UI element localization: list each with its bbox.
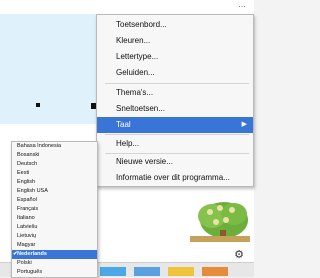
language-item[interactable]: Español: [12, 196, 97, 205]
menu-item-label: Nieuwe versie...: [116, 157, 173, 166]
menu-item-themas[interactable]: Thema's...: [97, 85, 253, 101]
language-item-label: Nederlands: [17, 251, 47, 257]
language-item[interactable]: Polski: [12, 259, 97, 268]
language-item[interactable]: Lietuvių: [12, 232, 97, 241]
settings-gear-icon[interactable]: ⚙: [232, 249, 246, 261]
top-strip-text: …: [238, 0, 246, 9]
language-item[interactable]: Eesti: [12, 169, 97, 178]
color-chip[interactable]: [168, 267, 194, 276]
language-item[interactable]: Bosanski: [12, 151, 97, 160]
menu-item-label: Geluiden...: [116, 68, 155, 77]
menu-item-toetsenbord[interactable]: Toetsenbord...: [97, 17, 253, 33]
color-chip[interactable]: [134, 267, 160, 276]
menu-item-help[interactable]: Help...: [97, 136, 253, 152]
color-chip[interactable]: [100, 267, 126, 276]
language-item[interactable]: Italiano: [12, 214, 97, 223]
menu-item-kleuren[interactable]: Kleuren...: [97, 33, 253, 49]
menu-item-nieuwe-versie[interactable]: Nieuwe versie...: [97, 154, 253, 170]
menu-item-label: Thema's...: [116, 88, 154, 97]
tree-illustration: [190, 202, 250, 242]
settings-menu: Toetsenbord... Kleuren... Lettertype... …: [96, 14, 254, 187]
canvas-dot: [36, 103, 40, 107]
menu-separator: [105, 134, 249, 135]
top-strip: …: [0, 0, 254, 15]
language-submenu: Bahasa Indonesia Bosanski Deutsch Eesti …: [11, 141, 98, 278]
canvas-area: [0, 14, 96, 124]
menu-item-informatie[interactable]: Informatie over dit programma...: [97, 170, 253, 186]
language-item[interactable]: Deutsch: [12, 160, 97, 169]
menu-item-label: Sneltoetsen...: [116, 104, 165, 113]
menu-item-lettertype[interactable]: Lettertype...: [97, 49, 253, 65]
submenu-arrow-icon: ▶: [241, 121, 247, 128]
language-item[interactable]: English: [12, 178, 97, 187]
language-item[interactable]: English USA: [12, 187, 97, 196]
language-item[interactable]: Bahasa Indonesia: [12, 142, 97, 151]
menu-separator: [105, 83, 249, 84]
language-item[interactable]: Latviešu: [12, 223, 97, 232]
language-item[interactable]: Magyar: [12, 241, 97, 250]
menu-item-label: Help...: [116, 139, 140, 148]
menu-item-geluiden[interactable]: Geluiden...: [97, 65, 253, 81]
color-chip[interactable]: [202, 267, 228, 276]
menu-item-label: Kleuren...: [116, 36, 151, 45]
language-item[interactable]: Français: [12, 205, 97, 214]
check-icon: ✔: [13, 251, 18, 257]
menu-item-sneltoetsen[interactable]: Sneltoetsen...: [97, 101, 253, 117]
menu-item-label: Lettertype...: [116, 52, 159, 61]
menu-item-label: Taal: [116, 120, 131, 129]
menu-item-label: Toetsenbord...: [116, 20, 167, 29]
menu-item-label: Informatie over dit programma...: [116, 173, 230, 182]
language-item-selected[interactable]: ✔ Nederlands: [12, 250, 97, 259]
menu-item-taal[interactable]: Taal ▶: [97, 117, 253, 133]
